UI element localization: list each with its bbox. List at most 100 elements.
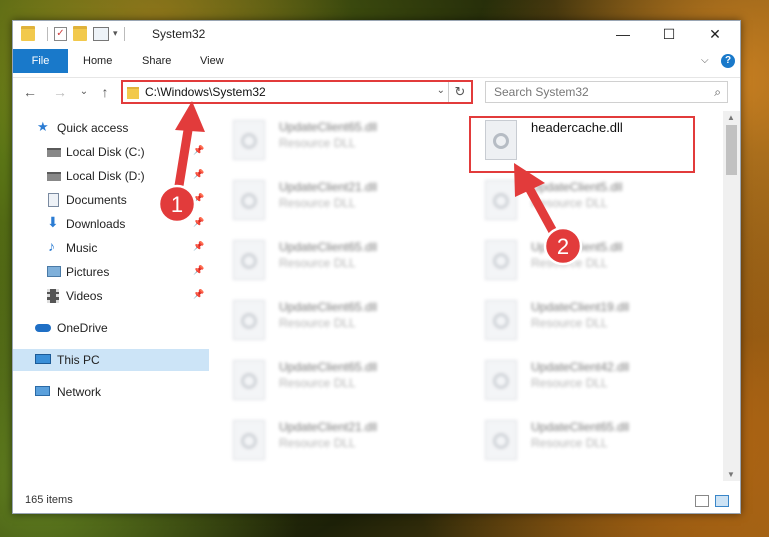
sidebar-item-label: Local Disk (D:)	[66, 169, 145, 183]
sidebar-item-local-disk-c[interactable]: Local Disk (C:) 📌	[13, 141, 209, 163]
maximize-button[interactable]: ☐	[646, 21, 692, 47]
toolbar-divider	[47, 26, 48, 41]
dll-file-icon	[233, 180, 265, 220]
sidebar-item-label: Downloads	[66, 217, 126, 231]
ribbon-tabs: File Home Share View ⌵ ?	[13, 49, 740, 73]
file-explorer-window: ✓ ▾ System32 — ☐ ✕ File Home Share View …	[12, 20, 741, 514]
file-name: UpdateClient5.dll	[531, 240, 623, 254]
file-name: UpdateClient65.dll	[279, 240, 378, 254]
file-type: Resource DLL	[531, 256, 608, 270]
dll-file-icon	[485, 420, 517, 460]
scrollbar-thumb[interactable]	[726, 125, 737, 175]
sidebar-item-videos[interactable]: Videos 📌	[13, 285, 209, 307]
tab-file[interactable]: File	[13, 49, 68, 73]
sidebar-item-label: Local Disk (C:)	[66, 145, 145, 159]
address-dropdown-chevron-icon[interactable]: ⌄	[437, 85, 445, 96]
properties-check-icon[interactable]: ✓	[54, 26, 67, 41]
dll-file-icon	[485, 240, 517, 280]
tab-view[interactable]: View	[200, 49, 224, 73]
file-name: UpdateClient65.dll	[531, 420, 630, 434]
download-icon: ⬇	[47, 214, 59, 230]
status-bar: 165 items	[13, 489, 740, 513]
large-icons-view-icon[interactable]	[715, 495, 729, 507]
dll-file-icon	[233, 300, 265, 340]
scroll-up-arrow-icon[interactable]: ▲	[727, 113, 735, 122]
drive-icon	[47, 172, 61, 181]
file-item[interactable]: UpdateClient19.dll Resource DLL	[485, 297, 705, 347]
sidebar-item-this-pc[interactable]: This PC	[13, 349, 209, 371]
search-icon[interactable]: ⌕	[714, 85, 721, 100]
network-icon	[35, 386, 50, 396]
file-name: UpdateClient5.dll	[531, 180, 623, 194]
up-button[interactable]: ↑	[96, 84, 114, 100]
file-name: UpdateClient42.dll	[531, 360, 630, 374]
back-button[interactable]: ←	[21, 84, 39, 100]
dll-file-icon	[485, 300, 517, 340]
file-item[interactable]: UpdateClient42.dll Resource DLL	[485, 357, 705, 407]
item-count: 165 items	[25, 494, 73, 506]
file-name: UpdateClient65.dll	[279, 120, 378, 134]
pin-icon[interactable]: 📌	[193, 217, 204, 228]
scroll-down-arrow-icon[interactable]: ▼	[727, 470, 735, 479]
sidebar-item-label: Pictures	[66, 265, 110, 279]
address-path[interactable]: C:\Windows\System32	[145, 85, 266, 99]
file-item[interactable]: UpdateClient65.dll Resource DLL	[233, 237, 453, 287]
tab-share[interactable]: Share	[142, 49, 171, 73]
file-type: Resource DLL	[531, 376, 608, 390]
file-item[interactable]: UpdateClient65.dll Resource DLL	[233, 297, 453, 347]
dll-file-icon	[233, 420, 265, 460]
forward-button[interactable]: →	[51, 84, 69, 100]
sidebar-item-local-disk-d[interactable]: Local Disk (D:) 📌	[13, 165, 209, 187]
customize-toolbar-chevron-icon[interactable]: ▾	[113, 28, 118, 39]
tab-home[interactable]: Home	[83, 49, 112, 73]
search-input[interactable]: Search System32 ⌕	[485, 81, 728, 103]
sidebar-item-label: OneDrive	[57, 321, 108, 335]
details-view-icon[interactable]	[695, 495, 709, 507]
sidebar-item-label: Network	[57, 385, 102, 399]
file-name: UpdateClient21.dll	[279, 420, 378, 434]
pin-icon[interactable]: 📌	[193, 145, 204, 156]
title-bar: ✓ ▾ System32 — ☐ ✕	[13, 21, 740, 47]
refresh-button[interactable]: ↻	[448, 82, 471, 102]
pin-icon[interactable]: 📌	[193, 193, 204, 204]
help-button[interactable]: ?	[721, 54, 735, 68]
toolbar-divider	[123, 26, 125, 41]
file-type: Resource DLL	[279, 196, 356, 210]
file-type: Resource DLL	[279, 136, 356, 150]
sidebar-item-downloads[interactable]: ⬇ Downloads 📌	[13, 213, 209, 235]
file-item[interactable]: UpdateClient65.dll Resource DLL	[233, 117, 453, 167]
properties-icon[interactable]	[93, 26, 109, 41]
sidebar-item-onedrive[interactable]: OneDrive	[13, 317, 209, 339]
navigation-bar: ← → ⌄ ↑ C:\Windows\System32 ⌄ ↻ Search S…	[13, 77, 740, 108]
close-button[interactable]: ✕	[692, 21, 738, 47]
pin-icon[interactable]: 📌	[193, 169, 204, 180]
minimize-button[interactable]: —	[600, 21, 646, 47]
file-item[interactable]: UpdateClient65.dll Resource DLL	[485, 417, 705, 467]
sidebar-item-documents[interactable]: Documents 📌	[13, 189, 209, 211]
sidebar-item-pictures[interactable]: Pictures 📌	[13, 261, 209, 283]
file-item[interactable]: UpdateClient5.dll Resource DLL	[485, 177, 705, 227]
file-name: UpdateClient65.dll	[279, 300, 378, 314]
pin-icon[interactable]: 📌	[193, 265, 204, 276]
file-item[interactable]: UpdateClient5.dll Resource DLL	[485, 237, 705, 287]
sidebar-item-quick-access[interactable]: ★ Quick access	[13, 117, 209, 139]
pin-icon[interactable]: 📌	[193, 241, 204, 252]
sidebar-item-music[interactable]: ♪ Music 📌	[13, 237, 209, 259]
vertical-scrollbar[interactable]: ▲ ▼	[723, 111, 740, 481]
folder-icon	[127, 87, 139, 99]
file-item[interactable]: UpdateClient65.dll Resource DLL	[233, 357, 453, 407]
address-bar[interactable]: C:\Windows\System32 ⌄ ↻	[121, 80, 473, 104]
navigation-pane: ★ Quick access Local Disk (C:) 📌 Local D…	[13, 111, 209, 481]
folder-icon[interactable]	[21, 26, 35, 41]
dll-file-icon	[485, 180, 517, 220]
star-icon: ★	[37, 119, 49, 134]
expand-ribbon-chevron-icon[interactable]: ⌵	[701, 55, 709, 66]
sidebar-item-label: This PC	[57, 353, 100, 367]
recent-locations-chevron-icon[interactable]: ⌄	[75, 86, 93, 97]
window-title: System32	[152, 27, 206, 41]
pin-icon[interactable]: 📌	[193, 289, 204, 300]
sidebar-item-network[interactable]: Network	[13, 381, 209, 403]
new-folder-icon[interactable]	[73, 26, 87, 41]
file-item[interactable]: UpdateClient21.dll Resource DLL	[233, 177, 453, 227]
file-item[interactable]: UpdateClient21.dll Resource DLL	[233, 417, 453, 467]
